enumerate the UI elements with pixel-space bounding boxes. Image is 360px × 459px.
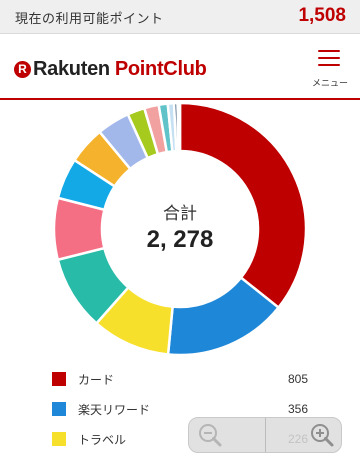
points-breakdown-donut-chart: 合計 2, 278 xyxy=(0,100,360,362)
menu-label: メニュー xyxy=(311,79,348,89)
menu-button[interactable]: メニュー xyxy=(308,46,352,92)
available-points-bar[interactable]: 現在の利用可能ポイント 1,508 xyxy=(0,0,360,34)
available-points-label: 現在の利用可能ポイント xyxy=(15,12,164,27)
hamburger-icon xyxy=(318,50,340,66)
header: R Rakuten PointClub メニュー xyxy=(0,34,360,100)
legend-label: カード xyxy=(78,373,115,387)
legend-swatch xyxy=(52,372,66,386)
legend-value: 356 xyxy=(287,402,308,416)
legend-swatch xyxy=(52,402,66,416)
logo-rakuten-text: Rakuten xyxy=(33,57,110,80)
legend-value: 805 xyxy=(287,372,308,386)
available-points-value: 1,508 xyxy=(298,5,346,26)
total-value: 2, 278 xyxy=(146,226,214,253)
zoom-out-icon xyxy=(199,424,222,447)
zoom-in-icon xyxy=(311,424,334,447)
legend-swatch xyxy=(52,432,66,446)
total-label: 合計 xyxy=(163,204,197,224)
legend-label: トラベル xyxy=(78,433,127,447)
legend-label: 楽天リワード xyxy=(78,403,151,417)
zoom-divider xyxy=(265,418,266,452)
logo-pointclub-text: PointClub xyxy=(114,57,207,80)
zoom-control xyxy=(188,417,342,453)
donut-slice-13[interactable] xyxy=(176,101,182,153)
rakuten-pointclub-logo[interactable]: R Rakuten PointClub xyxy=(14,56,207,82)
legend-item-card[interactable]: カード 805 xyxy=(0,366,360,392)
zoom-out-button[interactable] xyxy=(197,422,223,448)
zoom-in-button[interactable] xyxy=(309,422,335,448)
page: 現在の利用可能ポイント 1,508 R Rakuten PointClub メニ… xyxy=(0,0,360,459)
rakuten-r-logo-icon: R xyxy=(14,60,31,78)
